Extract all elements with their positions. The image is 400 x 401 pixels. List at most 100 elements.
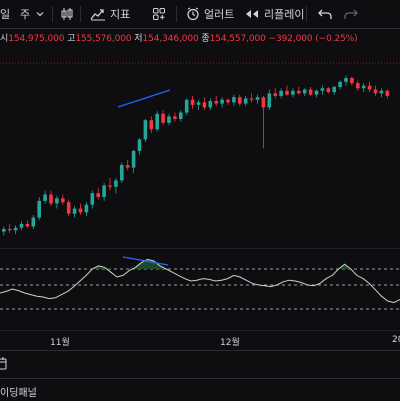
candle — [202, 97, 207, 110]
trading-panel-tab[interactable]: 이딩패널 — [0, 378, 400, 401]
candle-body — [208, 101, 213, 108]
candle-body — [214, 101, 218, 104]
candle-body — [344, 78, 348, 82]
trading-panel-label: 이딩패널 — [0, 388, 37, 399]
candle — [84, 202, 89, 217]
candle — [13, 225, 18, 235]
toolbar-divider — [80, 6, 81, 22]
top-toolbar: 일 주 지표 얼러트 리플레이 — [0, 0, 400, 29]
price-chart[interactable] — [0, 48, 400, 248]
candle-body — [326, 88, 331, 93]
redo-icon — [344, 8, 358, 20]
candle-body — [232, 97, 236, 103]
pane-divider[interactable] — [0, 248, 400, 249]
candle — [137, 138, 142, 155]
candle — [96, 188, 100, 200]
x-label-november: 11월 — [50, 338, 70, 348]
candle — [72, 206, 77, 218]
time-axis[interactable]: 11월 12월 20 — [0, 330, 400, 351]
candle-body — [120, 165, 124, 181]
candle — [338, 80, 342, 90]
candle-body — [279, 90, 283, 96]
candle — [367, 81, 372, 93]
candle — [273, 88, 277, 99]
candle-body — [108, 185, 112, 187]
candle — [261, 95, 266, 149]
candle-body — [55, 198, 59, 204]
candle — [78, 203, 83, 215]
change-value: −392,000 (−0.25%) — [268, 34, 358, 44]
candle-body — [43, 194, 47, 201]
candle — [108, 177, 112, 191]
candle — [102, 182, 106, 201]
candle — [243, 95, 248, 107]
candle-body — [125, 165, 130, 168]
candle — [155, 111, 159, 132]
candle — [196, 99, 201, 110]
candle — [332, 85, 336, 95]
candle — [43, 190, 47, 204]
candle-body — [285, 90, 289, 95]
candle-body — [255, 97, 260, 100]
candle-body — [356, 83, 360, 89]
candle-body — [338, 81, 342, 87]
candle — [190, 95, 195, 109]
redo-button[interactable] — [344, 0, 358, 28]
undo-button[interactable] — [318, 0, 332, 28]
candle-body — [320, 88, 325, 91]
oscillator-levels — [0, 268, 400, 310]
candle — [49, 190, 53, 206]
candle — [7, 223, 12, 233]
candle — [356, 80, 360, 91]
candle-body — [90, 193, 95, 205]
candle — [297, 86, 301, 95]
divergence-trendline-price[interactable] — [117, 89, 171, 108]
candle — [61, 194, 65, 205]
candle-body — [302, 89, 307, 94]
interval-option-week[interactable]: 주 — [20, 0, 30, 28]
candle-body — [196, 102, 201, 105]
x-label-year: 20 — [392, 335, 400, 345]
candle — [255, 94, 260, 104]
candle — [37, 197, 41, 221]
candle-body — [72, 208, 77, 214]
candles-group — [1, 75, 390, 236]
close-value: 154,557,000 — [209, 34, 266, 44]
indicators-button[interactable]: 지표 — [90, 0, 130, 28]
candle-body — [184, 99, 189, 113]
candle-body — [267, 93, 272, 108]
replay-button[interactable]: 리플레이 — [244, 0, 304, 28]
candle-body — [291, 90, 295, 95]
candle-body — [102, 185, 106, 198]
interval-button[interactable]: 일 — [0, 0, 10, 28]
alerts-button[interactable]: 얼러트 — [186, 0, 234, 28]
calendar-icon[interactable] — [0, 357, 8, 374]
open-label: 시 — [0, 34, 9, 44]
candle-body — [220, 99, 224, 104]
oscillator-chart[interactable] — [0, 250, 400, 330]
candle-body — [84, 204, 89, 213]
candle — [267, 89, 272, 110]
candle-body — [361, 85, 366, 89]
candle — [55, 195, 59, 209]
candle-body — [226, 99, 230, 103]
candle — [90, 190, 95, 209]
interval-partial-label: 일 — [0, 8, 11, 21]
interval-option-label: 주 — [20, 8, 31, 21]
layout-button[interactable] — [152, 0, 166, 28]
candle-body — [297, 90, 301, 94]
candle — [173, 112, 177, 122]
candle — [238, 94, 242, 107]
candle-style-button[interactable] — [60, 0, 74, 28]
candle-body — [49, 194, 53, 204]
interval-dropdown[interactable] — [36, 0, 44, 28]
candle — [226, 98, 230, 105]
candle-body — [96, 193, 100, 198]
candle — [184, 98, 189, 116]
candle-body — [167, 116, 171, 123]
candle-body — [314, 90, 319, 95]
candle-body — [308, 89, 313, 95]
candle-body — [238, 97, 242, 104]
candle-body — [78, 208, 83, 213]
candle — [291, 88, 295, 98]
